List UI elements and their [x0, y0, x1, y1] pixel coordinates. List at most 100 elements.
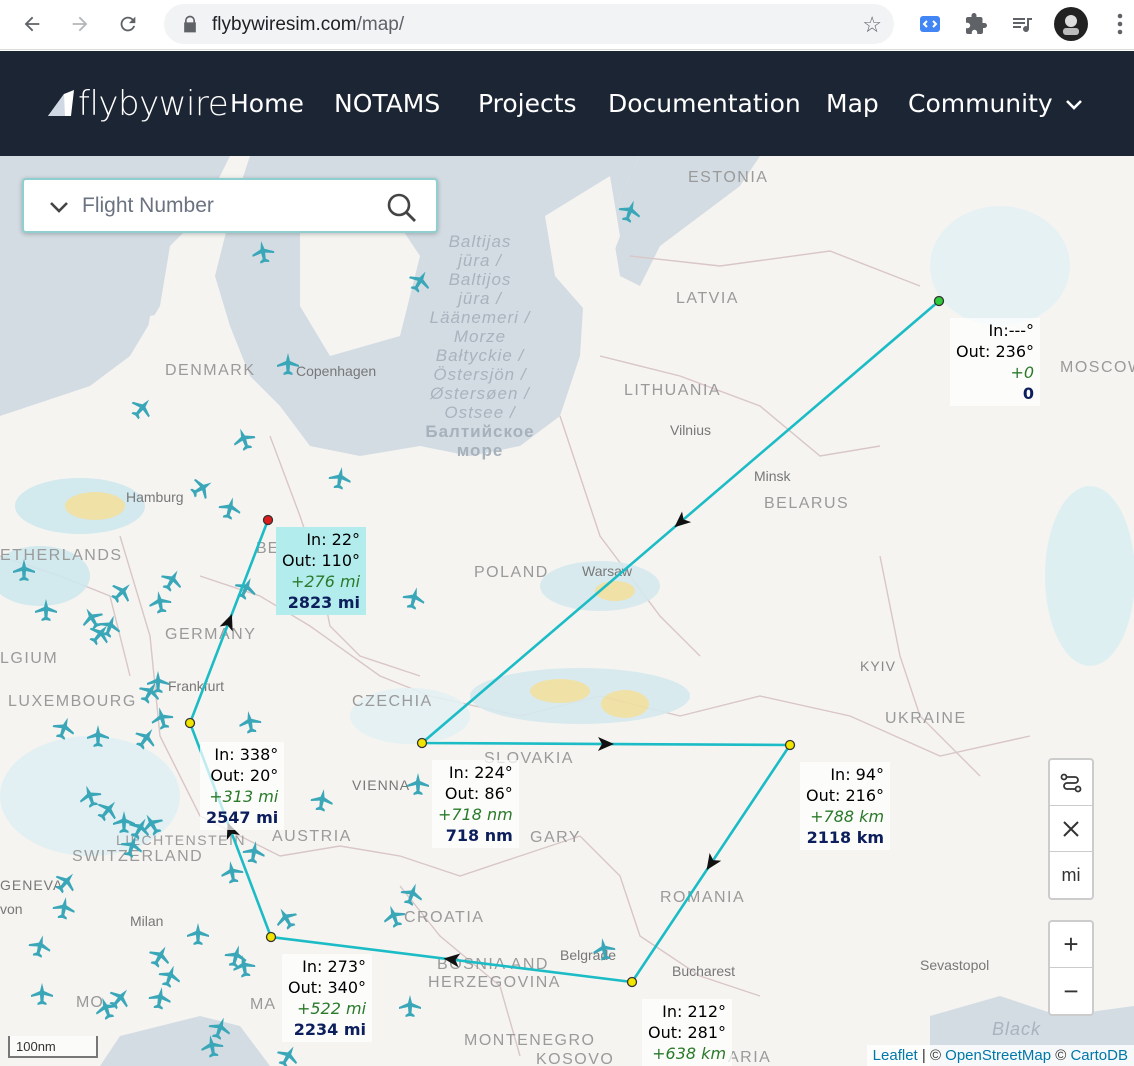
bookmark-star-icon[interactable]: ☆ [862, 12, 882, 38]
close-icon [1063, 820, 1079, 837]
forward-icon[interactable] [64, 8, 96, 40]
aircraft-icon[interactable] [147, 589, 173, 615]
aircraft-icon[interactable] [407, 773, 429, 795]
map-attribution: Leaflet | © OpenStreetMap © CartoDB [866, 1045, 1134, 1066]
aircraft-icon[interactable] [199, 1033, 225, 1059]
aircraft-icon[interactable] [106, 576, 138, 608]
waypoint-label: In:---° Out: 236° +0 0 [950, 318, 1041, 406]
waypoint-marker[interactable] [416, 737, 428, 749]
aircraft-icon[interactable] [241, 839, 267, 865]
url-text: flybywiresim.com/map/ [212, 14, 405, 35]
aircraft-icon[interactable] [397, 879, 427, 909]
aircraft-icon[interactable] [270, 902, 302, 934]
aircraft-icon[interactable] [113, 811, 135, 833]
aircraft-icon[interactable] [126, 392, 158, 424]
osm-link[interactable]: OpenStreetMap [945, 1047, 1051, 1064]
nav-projects[interactable]: Projects [478, 89, 577, 118]
nav-community[interactable]: Community [908, 89, 1083, 118]
route-overlay [13, 196, 945, 1066]
aircraft-icon[interactable] [404, 265, 436, 297]
leaflet-link[interactable]: Leaflet [873, 1047, 918, 1064]
avatar[interactable] [1054, 7, 1088, 41]
aircraft-icon[interactable] [216, 494, 244, 522]
carto-link[interactable]: CartoDB [1070, 1047, 1128, 1064]
menu-icon[interactable] [1106, 10, 1134, 38]
nav-documentation[interactable]: Documentation [608, 89, 801, 118]
waypoint-label: In: 338° Out: 20° +313 mi 2547 mi [200, 742, 285, 830]
aircraft-icon[interactable] [50, 866, 82, 898]
aircraft-icon[interactable] [31, 983, 53, 1005]
search-icon[interactable] [386, 192, 418, 224]
aircraft-icon[interactable] [51, 895, 77, 921]
aircraft-icon[interactable] [272, 1040, 304, 1066]
back-icon[interactable] [16, 8, 48, 40]
nav-home[interactable]: Home [230, 89, 304, 118]
search-placeholder[interactable]: Flight Number [82, 194, 214, 218]
waypoint-label: In: 212° Out: 281° +638 km [642, 999, 733, 1066]
aircraft-icon[interactable] [219, 859, 245, 885]
aircraft-icon[interactable] [379, 901, 409, 931]
aircraft-icon[interactable] [144, 940, 176, 972]
unit-toggle-button[interactable]: mi [1050, 852, 1092, 898]
aircraft-icon[interactable] [277, 353, 299, 375]
aircraft-icon[interactable] [250, 239, 276, 265]
aircraft-icon[interactable] [13, 559, 35, 581]
clear-measure-button[interactable] [1050, 806, 1092, 852]
aircraft-icon[interactable] [327, 465, 353, 491]
nav-notams[interactable]: NOTAMS [334, 89, 440, 118]
zoom-in-button[interactable]: + [1050, 922, 1092, 968]
map[interactable]: ESTONIA LATVIA LITHUANIA DENMARK BELARUS… [0, 156, 1134, 1066]
browser-toolbar: flybywiresim.com/map/ ☆ [0, 0, 1134, 50]
brand-logo[interactable]: flybywire [46, 84, 229, 124]
scale-bar: 100nm [8, 1036, 98, 1058]
measure-control: mi [1048, 758, 1094, 900]
puzzle-icon[interactable] [962, 10, 990, 38]
aircraft-icon[interactable] [237, 709, 263, 735]
nav-map[interactable]: Map [826, 89, 879, 118]
direction-arrow-icon [219, 614, 233, 632]
aircraft-icon[interactable] [148, 704, 176, 732]
aircraft-icon[interactable] [130, 722, 162, 754]
waypoint-marker[interactable] [184, 717, 196, 729]
aircraft-icon[interactable] [35, 599, 57, 621]
aircraft-icon[interactable] [147, 985, 173, 1011]
aircraft-icon[interactable] [104, 982, 136, 1014]
flight-route [184, 295, 945, 988]
aircraft-icon[interactable] [26, 932, 54, 960]
waypoint-marker[interactable] [265, 931, 277, 943]
aircraft-icon[interactable] [156, 564, 188, 596]
aircraft-icon[interactable] [399, 995, 421, 1017]
aircraft-layer [13, 196, 645, 1066]
aircraft-icon[interactable] [591, 936, 617, 962]
chevron-down-icon[interactable] [48, 196, 70, 218]
extension-icon[interactable] [916, 10, 944, 38]
end-waypoint[interactable] [262, 514, 274, 526]
route-icon [1060, 773, 1082, 792]
aircraft-icon[interactable] [187, 923, 209, 945]
aircraft-icon[interactable] [229, 424, 259, 454]
brand-name: flybywire [78, 84, 229, 124]
media-icon[interactable] [1008, 10, 1036, 38]
aircraft-icon[interactable] [400, 584, 428, 612]
zoom-out-button[interactable]: − [1050, 968, 1092, 1014]
aircraft-icon[interactable] [124, 812, 156, 844]
reload-icon[interactable] [112, 8, 144, 40]
aircraft-icon[interactable] [87, 725, 109, 747]
address-bar[interactable]: flybywiresim.com/map/ ☆ [164, 4, 894, 44]
wing-logo-icon [48, 90, 74, 116]
aircraft-icon[interactable] [615, 196, 645, 226]
zoom-control: + − [1048, 920, 1094, 1016]
aircraft-icon[interactable] [155, 961, 185, 991]
aircraft-icon[interactable] [309, 787, 335, 813]
waypoint-label: In: 224° Out: 86° +718 nm 718 nm [432, 760, 519, 848]
aircraft-icon[interactable] [117, 831, 147, 861]
waypoint-marker[interactable] [626, 976, 638, 988]
start-waypoint[interactable] [933, 295, 945, 307]
aircraft-icon[interactable] [186, 472, 218, 504]
aircraft-icon[interactable] [49, 713, 79, 743]
flight-search[interactable]: Flight Number [22, 178, 438, 233]
route-measure-button[interactable] [1050, 760, 1092, 806]
waypoint-label: In: 22° Out: 110° +276 mi 2823 mi [276, 527, 367, 615]
waypoint-marker[interactable] [784, 739, 796, 751]
route-line [188, 300, 940, 984]
